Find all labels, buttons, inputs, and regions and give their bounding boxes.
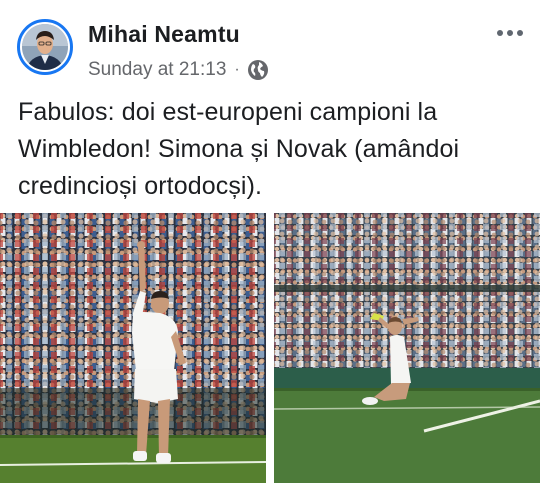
photo-simona[interactable] bbox=[274, 213, 540, 483]
post-text: Fabulos: doi est-europeni campioni la Wi… bbox=[18, 98, 460, 200]
photo-novak[interactable] bbox=[0, 213, 266, 483]
author-name[interactable]: Mihai Neamtu bbox=[88, 21, 240, 48]
globe-icon[interactable] bbox=[247, 59, 269, 81]
more-options-icon[interactable] bbox=[494, 22, 526, 44]
avatar-image bbox=[22, 24, 68, 70]
facebook-post: Mihai Neamtu Sunday at 21:13 · Fabulos: … bbox=[0, 0, 540, 485]
post-timestamp[interactable]: Sunday at 21:13 bbox=[88, 59, 226, 81]
meta-separator: · bbox=[234, 61, 240, 78]
more-dot bbox=[517, 30, 523, 36]
more-dot bbox=[507, 30, 513, 36]
post-meta: Sunday at 21:13 · bbox=[88, 58, 269, 82]
author-avatar[interactable] bbox=[17, 19, 73, 75]
post-header: Mihai Neamtu Sunday at 21:13 · bbox=[0, 0, 540, 90]
more-dot bbox=[497, 30, 503, 36]
